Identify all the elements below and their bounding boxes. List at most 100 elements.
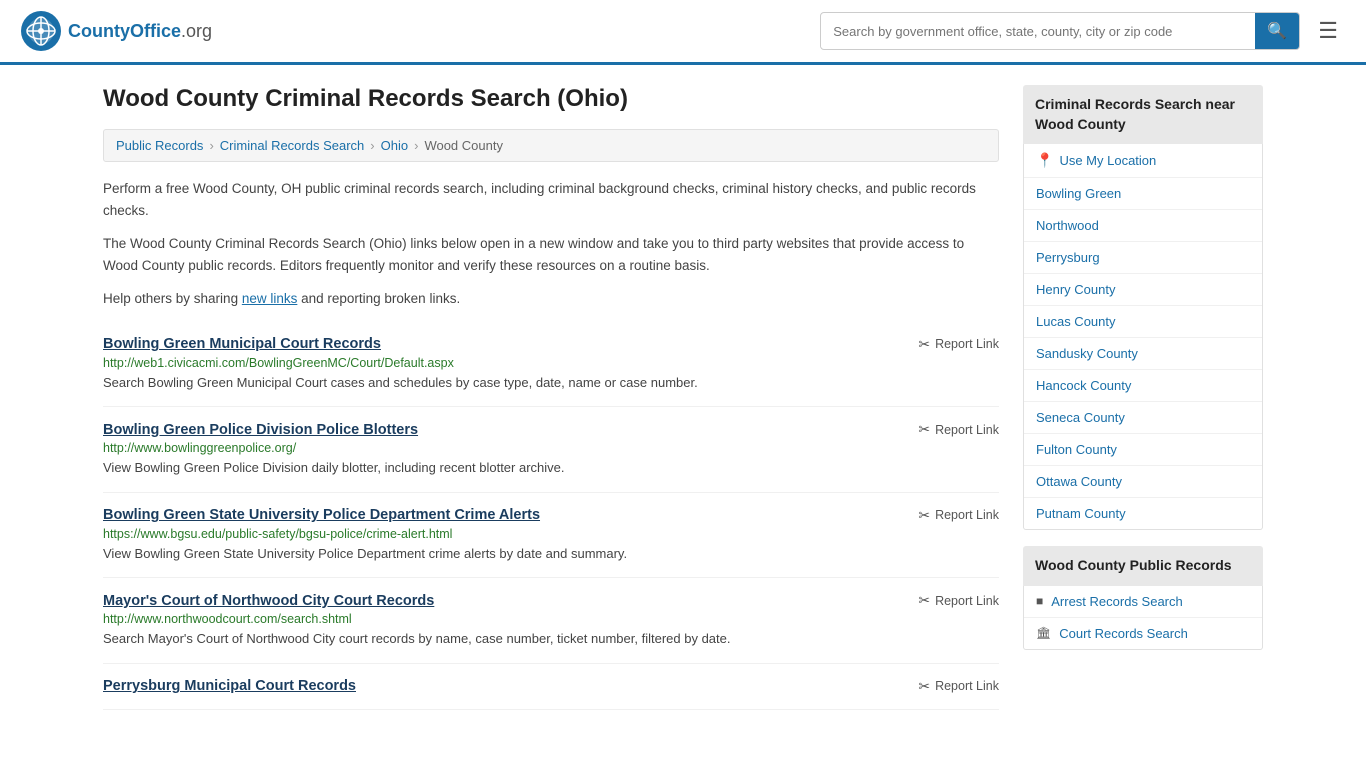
breadcrumb: Public Records › Criminal Records Search… xyxy=(103,129,999,162)
record-url[interactable]: http://web1.civicacmi.com/BowlingGreenMC… xyxy=(103,356,999,370)
record-title[interactable]: Bowling Green Municipal Court Records xyxy=(103,336,381,352)
location-icon: 📍 xyxy=(1036,152,1053,169)
sidebar-nearby-header: Criminal Records Search near Wood County xyxy=(1023,85,1263,144)
hamburger-icon: ☰ xyxy=(1318,18,1338,43)
sidebar-nearby-list: 📍 Use My Location Bowling Green Northwood Pe… xyxy=(1023,144,1263,530)
record-description: Search Bowling Green Municipal Court cas… xyxy=(103,373,999,393)
sidebar-public-record-item[interactable]: ■ Arrest Records Search xyxy=(1024,586,1262,618)
nearby-link[interactable]: Use My Location xyxy=(1059,153,1156,168)
report-link-label: Report Link xyxy=(935,508,999,522)
header-right: 🔍 ☰ xyxy=(820,12,1346,50)
content-area: Wood County Criminal Records Search (Ohi… xyxy=(103,85,999,710)
sidebar-nearby-item[interactable]: Hancock County xyxy=(1024,370,1262,402)
search-icon: 🔍 xyxy=(1267,23,1287,40)
sidebar-public-record-item[interactable]: 🏛 Court Records Search xyxy=(1024,618,1262,649)
sidebar-public-records-header: Wood County Public Records xyxy=(1023,546,1263,586)
report-icon: ✂ xyxy=(918,678,930,695)
breadcrumb-sep-1: › xyxy=(209,138,213,153)
record-item: Mayor's Court of Northwood City Court Re… xyxy=(103,578,999,664)
record-url[interactable]: http://www.bowlinggreenpolice.org/ xyxy=(103,441,999,455)
record-url[interactable]: http://www.northwoodcourt.com/search.sht… xyxy=(103,612,999,626)
nearby-link[interactable]: Henry County xyxy=(1036,282,1115,297)
nearby-link[interactable]: Hancock County xyxy=(1036,378,1131,393)
nearby-link[interactable]: Perrysburg xyxy=(1036,250,1100,265)
search-bar: 🔍 xyxy=(820,12,1300,50)
record-url[interactable]: https://www.bgsu.edu/public-safety/bgsu-… xyxy=(103,527,999,541)
breadcrumb-wood-county: Wood County xyxy=(424,138,503,153)
breadcrumb-sep-3: › xyxy=(414,138,418,153)
record-item: Perrysburg Municipal Court Records ✂ Rep… xyxy=(103,664,999,710)
sidebar-nearby-item[interactable]: Bowling Green xyxy=(1024,178,1262,210)
sidebar-nearby-item[interactable]: Lucas County xyxy=(1024,306,1262,338)
sidebar-nearby-item[interactable]: Ottawa County xyxy=(1024,466,1262,498)
sidebar-nearby-section: Criminal Records Search near Wood County… xyxy=(1023,85,1263,530)
desc3-prefix: Help others by sharing xyxy=(103,291,242,306)
page-title: Wood County Criminal Records Search (Ohi… xyxy=(103,85,999,113)
record-title[interactable]: Perrysburg Municipal Court Records xyxy=(103,678,356,694)
menu-button[interactable]: ☰ xyxy=(1310,14,1346,48)
sidebar-public-records-list: ■ Arrest Records Search 🏛 Court Records Sea… xyxy=(1023,586,1263,650)
record-type-icon: ■ xyxy=(1036,594,1043,608)
new-links-link[interactable]: new links xyxy=(242,291,298,306)
report-icon: ✂ xyxy=(918,507,930,524)
logo-text: CountyOffice.org xyxy=(68,21,212,42)
report-icon: ✂ xyxy=(918,336,930,353)
record-title[interactable]: Bowling Green Police Division Police Blo… xyxy=(103,422,418,438)
records-list: Bowling Green Municipal Court Records ✂ … xyxy=(103,322,999,710)
report-link[interactable]: ✂ Report Link xyxy=(918,678,999,695)
description-1: Perform a free Wood County, OH public cr… xyxy=(103,178,999,221)
record-description: View Bowling Green Police Division daily… xyxy=(103,458,999,478)
sidebar-nearby-item[interactable]: Perrysburg xyxy=(1024,242,1262,274)
breadcrumb-criminal-records[interactable]: Criminal Records Search xyxy=(220,138,365,153)
public-record-link[interactable]: Arrest Records Search xyxy=(1051,594,1183,609)
report-icon: ✂ xyxy=(918,421,930,438)
nearby-link[interactable]: Fulton County xyxy=(1036,442,1117,457)
report-link[interactable]: ✂ Report Link xyxy=(918,592,999,609)
nearby-link[interactable]: Northwood xyxy=(1036,218,1099,233)
report-link-label: Report Link xyxy=(935,423,999,437)
sidebar-nearby-item[interactable]: Seneca County xyxy=(1024,402,1262,434)
report-link[interactable]: ✂ Report Link xyxy=(918,421,999,438)
logo-area: CountyOffice.org xyxy=(20,10,212,52)
nearby-link[interactable]: Sandusky County xyxy=(1036,346,1138,361)
sidebar-nearby-item[interactable]: Northwood xyxy=(1024,210,1262,242)
search-input[interactable] xyxy=(821,16,1255,47)
sidebar: Criminal Records Search near Wood County… xyxy=(1023,85,1263,710)
record-title[interactable]: Mayor's Court of Northwood City Court Re… xyxy=(103,593,434,609)
nearby-link[interactable]: Bowling Green xyxy=(1036,186,1121,201)
sidebar-nearby-item[interactable]: 📍 Use My Location xyxy=(1024,144,1262,178)
record-type-icon: 🏛 xyxy=(1036,626,1051,640)
breadcrumb-ohio[interactable]: Ohio xyxy=(381,138,408,153)
logo-icon xyxy=(20,10,62,52)
record-description: Search Mayor's Court of Northwood City c… xyxy=(103,629,999,649)
sidebar-nearby-item[interactable]: Henry County xyxy=(1024,274,1262,306)
report-icon: ✂ xyxy=(918,592,930,609)
public-record-link[interactable]: Court Records Search xyxy=(1059,626,1188,641)
nearby-link[interactable]: Putnam County xyxy=(1036,506,1126,521)
report-link[interactable]: ✂ Report Link xyxy=(918,336,999,353)
description-3: Help others by sharing new links and rep… xyxy=(103,288,999,310)
report-link-label: Report Link xyxy=(935,594,999,608)
sidebar-nearby-item[interactable]: Fulton County xyxy=(1024,434,1262,466)
record-description: View Bowling Green State University Poli… xyxy=(103,544,999,564)
record-item: Bowling Green State University Police De… xyxy=(103,493,999,579)
desc3-suffix: and reporting broken links. xyxy=(297,291,460,306)
nearby-link[interactable]: Lucas County xyxy=(1036,314,1116,329)
breadcrumb-public-records[interactable]: Public Records xyxy=(116,138,203,153)
report-link[interactable]: ✂ Report Link xyxy=(918,507,999,524)
record-title[interactable]: Bowling Green State University Police De… xyxy=(103,507,540,523)
breadcrumb-sep-2: › xyxy=(370,138,374,153)
main-container: Wood County Criminal Records Search (Ohi… xyxy=(83,65,1283,730)
report-link-label: Report Link xyxy=(935,337,999,351)
description-2: The Wood County Criminal Records Search … xyxy=(103,233,999,276)
report-link-label: Report Link xyxy=(935,679,999,693)
search-button[interactable]: 🔍 xyxy=(1255,13,1299,49)
sidebar-nearby-item[interactable]: Sandusky County xyxy=(1024,338,1262,370)
nearby-link[interactable]: Seneca County xyxy=(1036,410,1125,425)
site-header: CountyOffice.org 🔍 ☰ xyxy=(0,0,1366,65)
sidebar-nearby-item[interactable]: Putnam County xyxy=(1024,498,1262,529)
record-item: Bowling Green Police Division Police Blo… xyxy=(103,407,999,493)
sidebar-public-records-section: Wood County Public Records ■ Arrest Recor… xyxy=(1023,546,1263,650)
nearby-link[interactable]: Ottawa County xyxy=(1036,474,1122,489)
record-item: Bowling Green Municipal Court Records ✂ … xyxy=(103,322,999,408)
